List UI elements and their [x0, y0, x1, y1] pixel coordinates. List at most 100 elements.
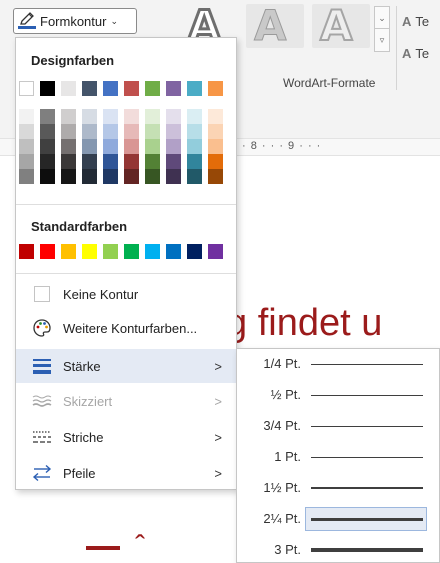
color-swatch[interactable] [103, 154, 118, 169]
color-swatch[interactable] [145, 124, 160, 139]
color-swatch[interactable] [82, 109, 97, 124]
shape-outline-button[interactable]: Formkontur ⌄ [13, 8, 137, 34]
shade-column [124, 109, 139, 184]
color-swatch[interactable] [40, 109, 55, 124]
color-swatch[interactable] [145, 154, 160, 169]
color-swatch[interactable] [103, 169, 118, 184]
weight-option[interactable]: 2¼ Pt. [237, 504, 440, 534]
color-swatch[interactable] [19, 109, 34, 124]
weight-sample-line [311, 548, 423, 552]
color-swatch[interactable] [208, 81, 223, 96]
menu-item-weight[interactable]: Stärke > [16, 349, 236, 383]
color-swatch[interactable] [208, 244, 223, 259]
color-swatch[interactable] [82, 81, 97, 96]
color-swatch[interactable] [187, 154, 202, 169]
menu-item-no-outline[interactable]: Keine Kontur [16, 277, 236, 311]
weight-option[interactable]: 3/4 Pt. [237, 411, 440, 441]
color-swatch[interactable] [19, 81, 34, 96]
color-swatch[interactable] [208, 139, 223, 154]
menu-item-arrows[interactable]: Pfeile > [16, 456, 236, 490]
color-swatch[interactable] [124, 244, 139, 259]
color-swatch[interactable] [103, 139, 118, 154]
color-swatch[interactable] [208, 109, 223, 124]
color-swatch[interactable] [61, 139, 76, 154]
color-swatch[interactable] [124, 109, 139, 124]
color-swatch[interactable] [61, 124, 76, 139]
color-swatch[interactable] [82, 124, 97, 139]
color-swatch[interactable] [61, 169, 76, 184]
color-swatch[interactable] [208, 124, 223, 139]
color-swatch[interactable] [19, 154, 34, 169]
color-swatch[interactable] [103, 81, 118, 96]
color-swatch[interactable] [208, 169, 223, 184]
palette-icon [32, 318, 52, 338]
color-swatch[interactable] [124, 81, 139, 96]
color-swatch[interactable] [145, 109, 160, 124]
color-swatch[interactable] [124, 154, 139, 169]
text-outline-button[interactable]: A Te [402, 46, 429, 61]
color-swatch[interactable] [166, 124, 181, 139]
color-swatch[interactable] [19, 124, 34, 139]
color-swatch[interactable] [145, 139, 160, 154]
color-swatch[interactable] [166, 154, 181, 169]
shade-column [166, 109, 181, 184]
text-fill-button[interactable]: A Te [402, 14, 429, 29]
color-swatch[interactable] [40, 139, 55, 154]
color-swatch[interactable] [166, 169, 181, 184]
shade-column [187, 109, 202, 184]
color-swatch[interactable] [145, 169, 160, 184]
color-swatch[interactable] [187, 169, 202, 184]
color-swatch[interactable] [145, 81, 160, 96]
color-swatch[interactable] [19, 244, 34, 259]
color-swatch[interactable] [40, 154, 55, 169]
weight-sample-line [311, 426, 423, 427]
color-swatch[interactable] [40, 244, 55, 259]
color-swatch[interactable] [40, 81, 55, 96]
color-swatch[interactable] [124, 124, 139, 139]
color-swatch[interactable] [124, 139, 139, 154]
color-swatch[interactable] [145, 244, 160, 259]
color-swatch[interactable] [166, 139, 181, 154]
color-swatch[interactable] [61, 109, 76, 124]
color-swatch[interactable] [61, 81, 76, 96]
color-swatch[interactable] [82, 154, 97, 169]
color-swatch[interactable] [187, 139, 202, 154]
weight-option[interactable]: 3 Pt. [237, 535, 440, 563]
color-swatch[interactable] [61, 244, 76, 259]
color-swatch[interactable] [103, 244, 118, 259]
menu-item-label: Skizziert [63, 393, 113, 409]
color-swatch[interactable] [19, 169, 34, 184]
weight-option[interactable]: 1½ Pt. [237, 473, 440, 503]
color-swatch[interactable] [61, 154, 76, 169]
weight-submenu: 1/4 Pt. ½ Pt. 3/4 Pt. 1 Pt. 1½ Pt. 2¼ Pt. 3 Pt… [236, 348, 440, 563]
weight-option[interactable]: 1/4 Pt. [237, 349, 440, 379]
color-swatch[interactable] [103, 109, 118, 124]
color-swatch[interactable] [82, 139, 97, 154]
color-swatch[interactable] [124, 169, 139, 184]
theme-shades-grid [19, 109, 229, 184]
gallery-up-icon[interactable]: ⌄ [375, 7, 389, 29]
wordart-gallery-scroll[interactable]: ⌄ ▿ [374, 6, 390, 52]
menu-item-dashes[interactable]: Striche > [16, 420, 236, 454]
menu-item-more-outline-colors[interactable]: Weitere Konturfarben... [16, 311, 236, 345]
weight-option[interactable]: 1 Pt. [237, 442, 440, 472]
chevron-down-icon: ⌄ [110, 15, 119, 26]
weight-option-label: 1/4 Pt. [263, 356, 301, 371]
color-swatch[interactable] [166, 244, 181, 259]
color-swatch[interactable] [187, 124, 202, 139]
color-swatch[interactable] [19, 139, 34, 154]
color-swatch[interactable] [166, 109, 181, 124]
weight-option[interactable]: ½ Pt. [237, 380, 440, 410]
color-swatch[interactable] [40, 124, 55, 139]
color-swatch[interactable] [187, 109, 202, 124]
color-swatch[interactable] [82, 244, 97, 259]
color-swatch[interactable] [82, 169, 97, 184]
color-swatch[interactable] [187, 81, 202, 96]
color-swatch[interactable] [166, 81, 181, 96]
gallery-more-icon[interactable]: ▿ [375, 29, 389, 51]
theme-colors-heading: Designfarben [31, 53, 115, 68]
color-swatch[interactable] [208, 154, 223, 169]
color-swatch[interactable] [187, 244, 202, 259]
color-swatch[interactable] [103, 124, 118, 139]
color-swatch[interactable] [40, 169, 55, 184]
